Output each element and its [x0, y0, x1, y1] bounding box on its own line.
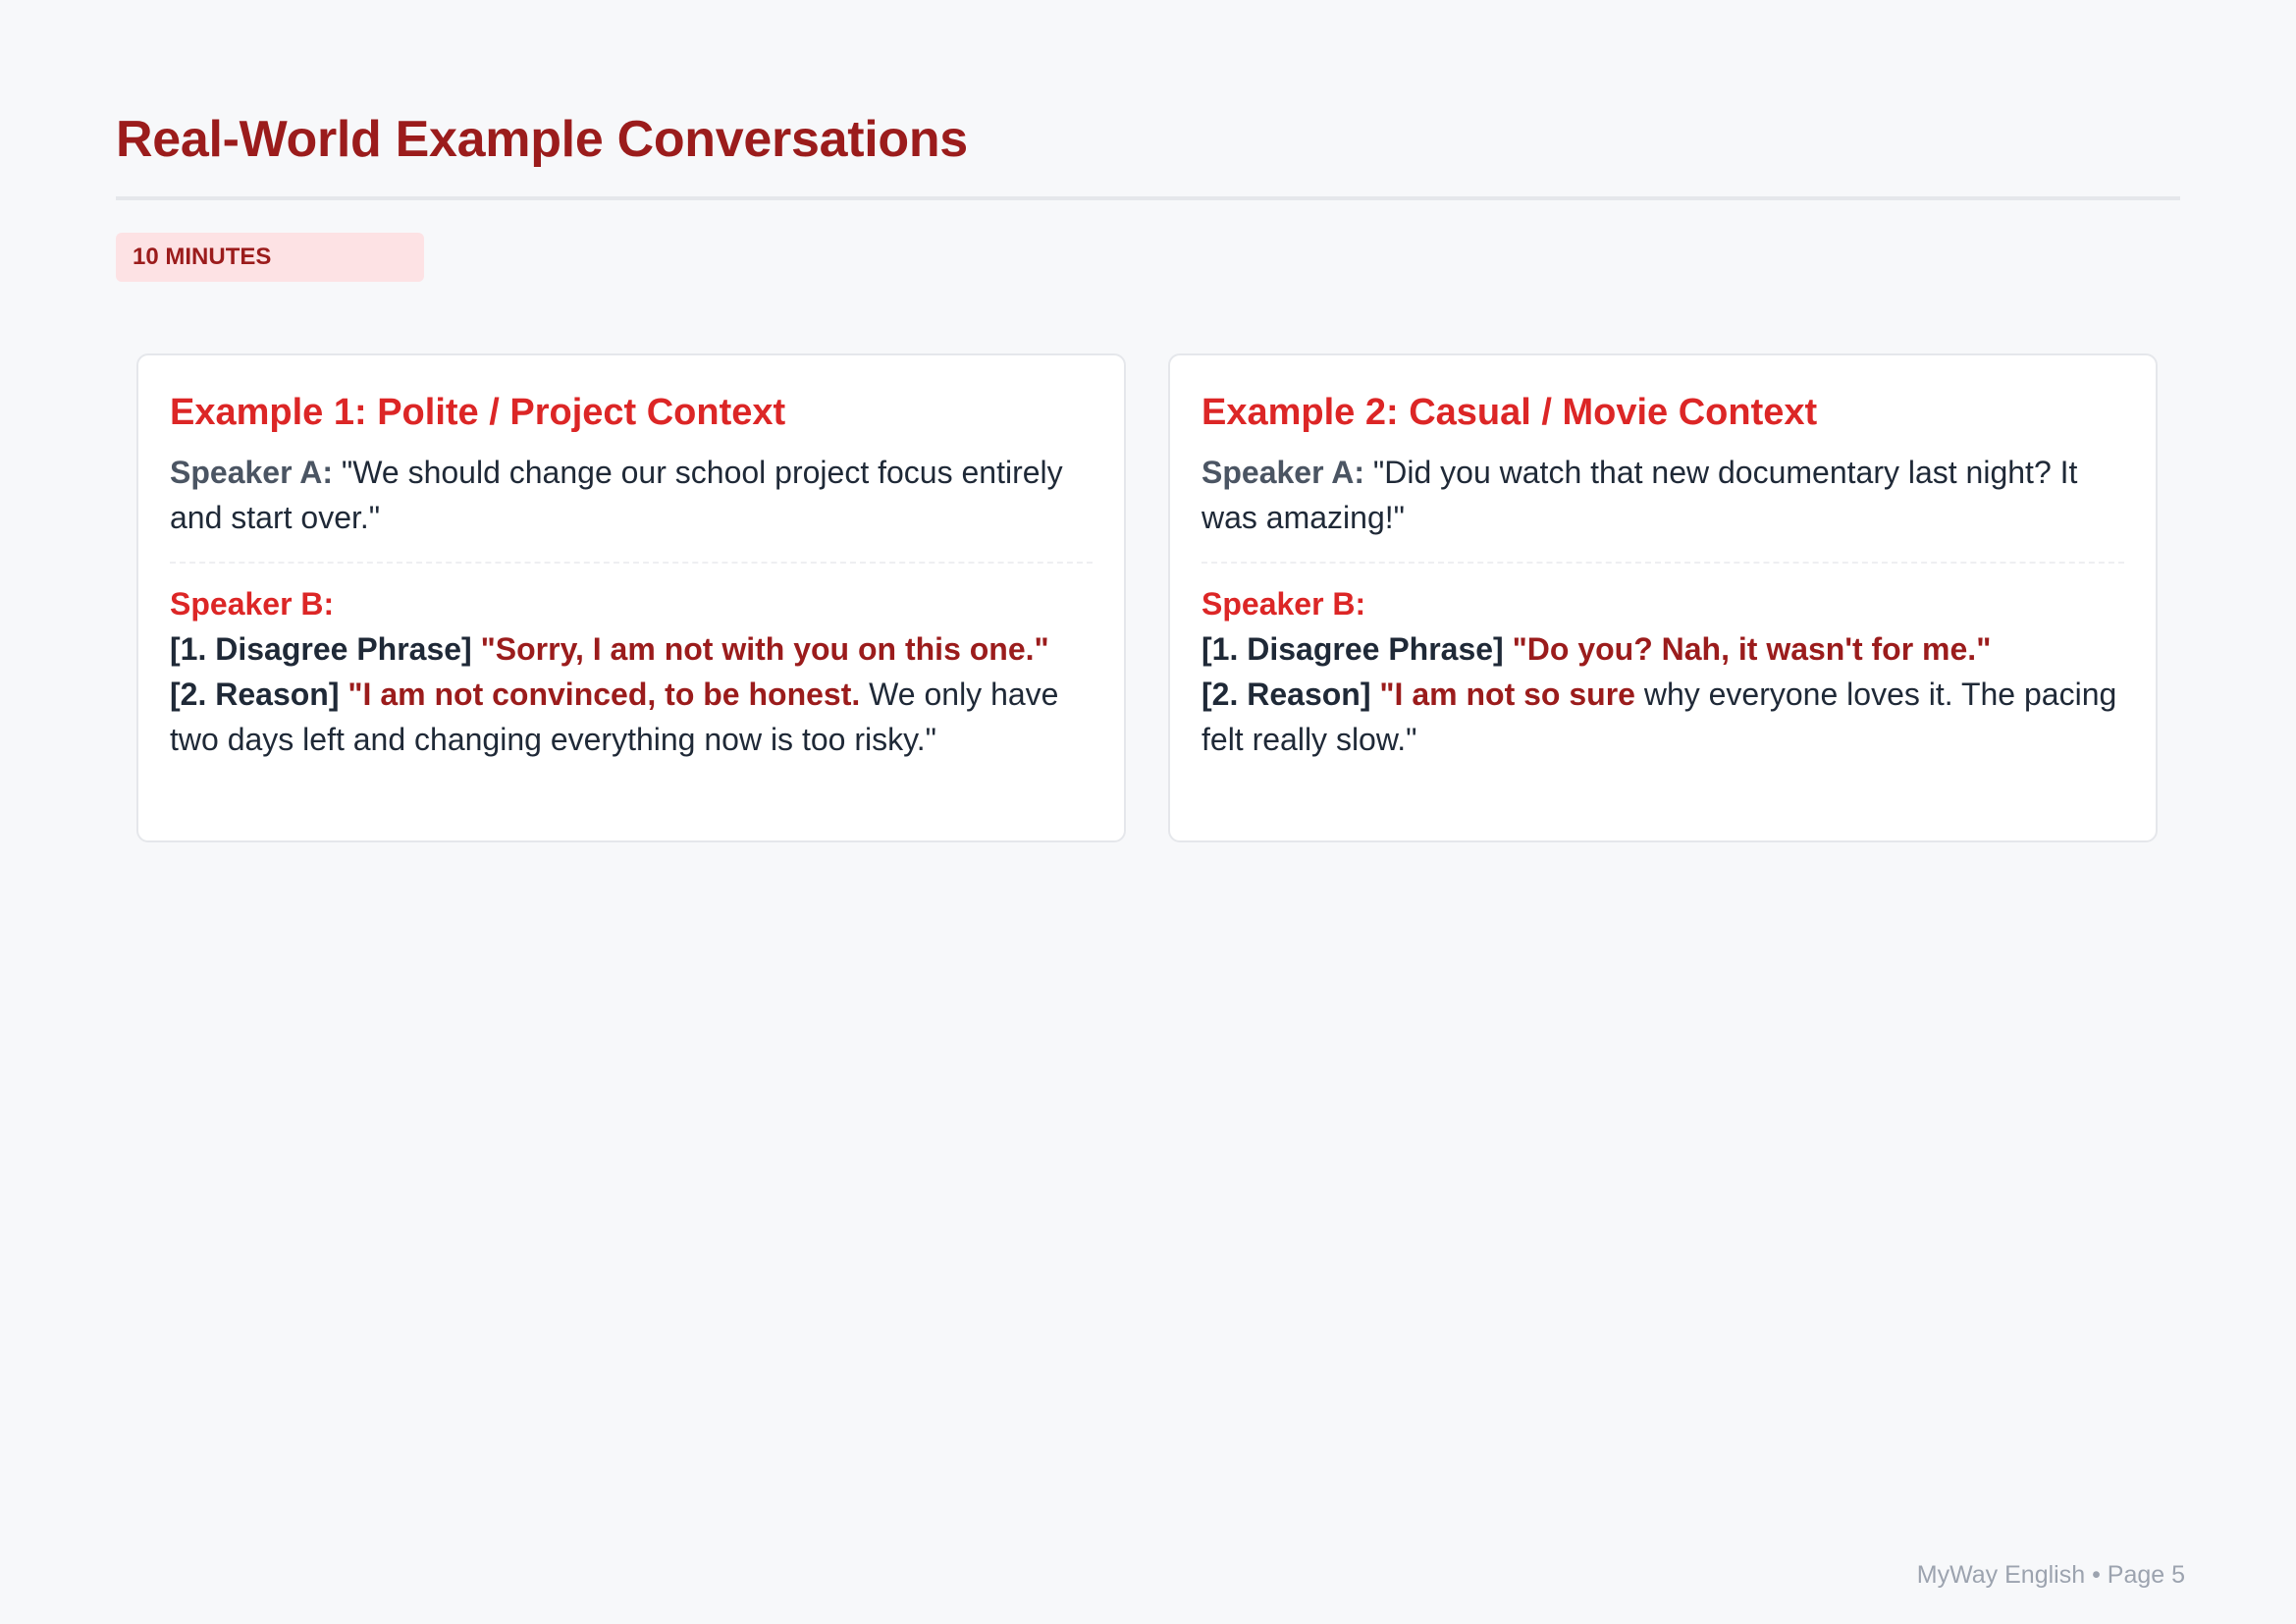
speaker-b-reason-line: [2. Reason] "I am not convinced, to be h… [170, 672, 1093, 762]
speaker-b-disagree-line: [1. Disagree Phrase] "Sorry, I am not wi… [170, 626, 1093, 672]
example-title: Example 1: Polite / Project Context [170, 392, 786, 433]
speaker-a-label: Speaker A: [1201, 455, 1364, 490]
dashed-divider [170, 562, 1093, 564]
page-footer: MyWay English • Page 5 [1916, 1561, 2185, 1589]
disagree-phrase-tag: [1. Disagree Phrase] [1201, 631, 1504, 667]
speaker-a-line: Speaker A: "We should change our school … [170, 450, 1093, 540]
example-card-2: Example 2: Casual / Movie Context Speake… [1168, 353, 2158, 842]
page-title: Real-World Example Conversations [116, 111, 968, 168]
title-divider [116, 196, 2180, 200]
speaker-b-label: Speaker B: [170, 586, 335, 622]
disagree-phrase-text: "Sorry, I am not with you on this one." [471, 631, 1049, 667]
example-card-1: Example 1: Polite / Project Context Spea… [136, 353, 1126, 842]
duration-badge: 10 MINUTES [116, 233, 424, 282]
dashed-divider [1201, 562, 2124, 564]
reason-tag: [2. Reason] [170, 677, 340, 712]
reason-highlight: "I am not convinced, to be honest. [339, 677, 861, 712]
disagree-phrase-tag: [1. Disagree Phrase] [170, 631, 472, 667]
disagree-phrase-text: "Do you? Nah, it wasn't for me." [1503, 631, 1992, 667]
speaker-b-disagree-line: [1. Disagree Phrase] "Do you? Nah, it wa… [1201, 626, 2124, 672]
reason-tag: [2. Reason] [1201, 677, 1371, 712]
speaker-a-line: Speaker A: "Did you watch that new docum… [1201, 450, 2124, 540]
reason-highlight: "I am not so sure [1370, 677, 1635, 712]
speaker-b-label: Speaker B: [1201, 586, 1366, 622]
speaker-a-label: Speaker A: [170, 455, 333, 490]
speaker-b-reason-line: [2. Reason] "I am not so sure why everyo… [1201, 672, 2124, 762]
example-title: Example 2: Casual / Movie Context [1201, 392, 1818, 433]
